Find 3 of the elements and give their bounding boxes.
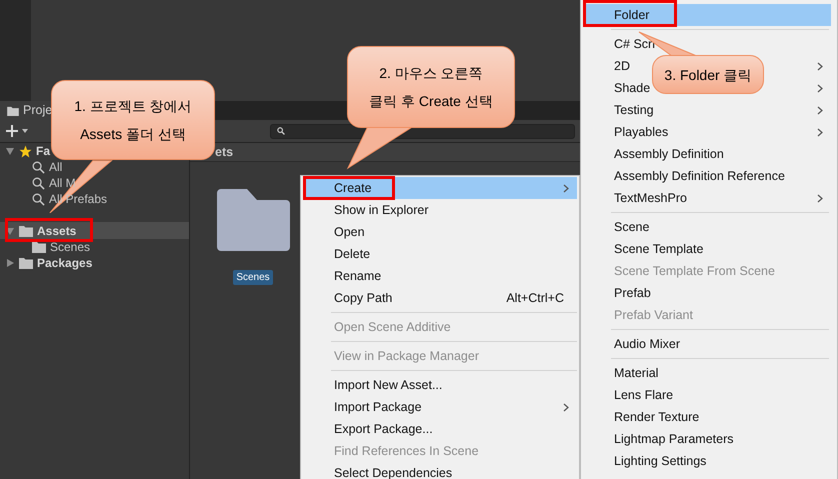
- callout-tooltip: 2. 마우스 오른쪽 클릭 후 Create 선택: [347, 46, 515, 128]
- callout-tooltip: 1. 프로젝트 창에서 Assets 폴더 선택: [51, 80, 215, 160]
- callout-tooltip: 3. Folder 클릭: [652, 55, 764, 94]
